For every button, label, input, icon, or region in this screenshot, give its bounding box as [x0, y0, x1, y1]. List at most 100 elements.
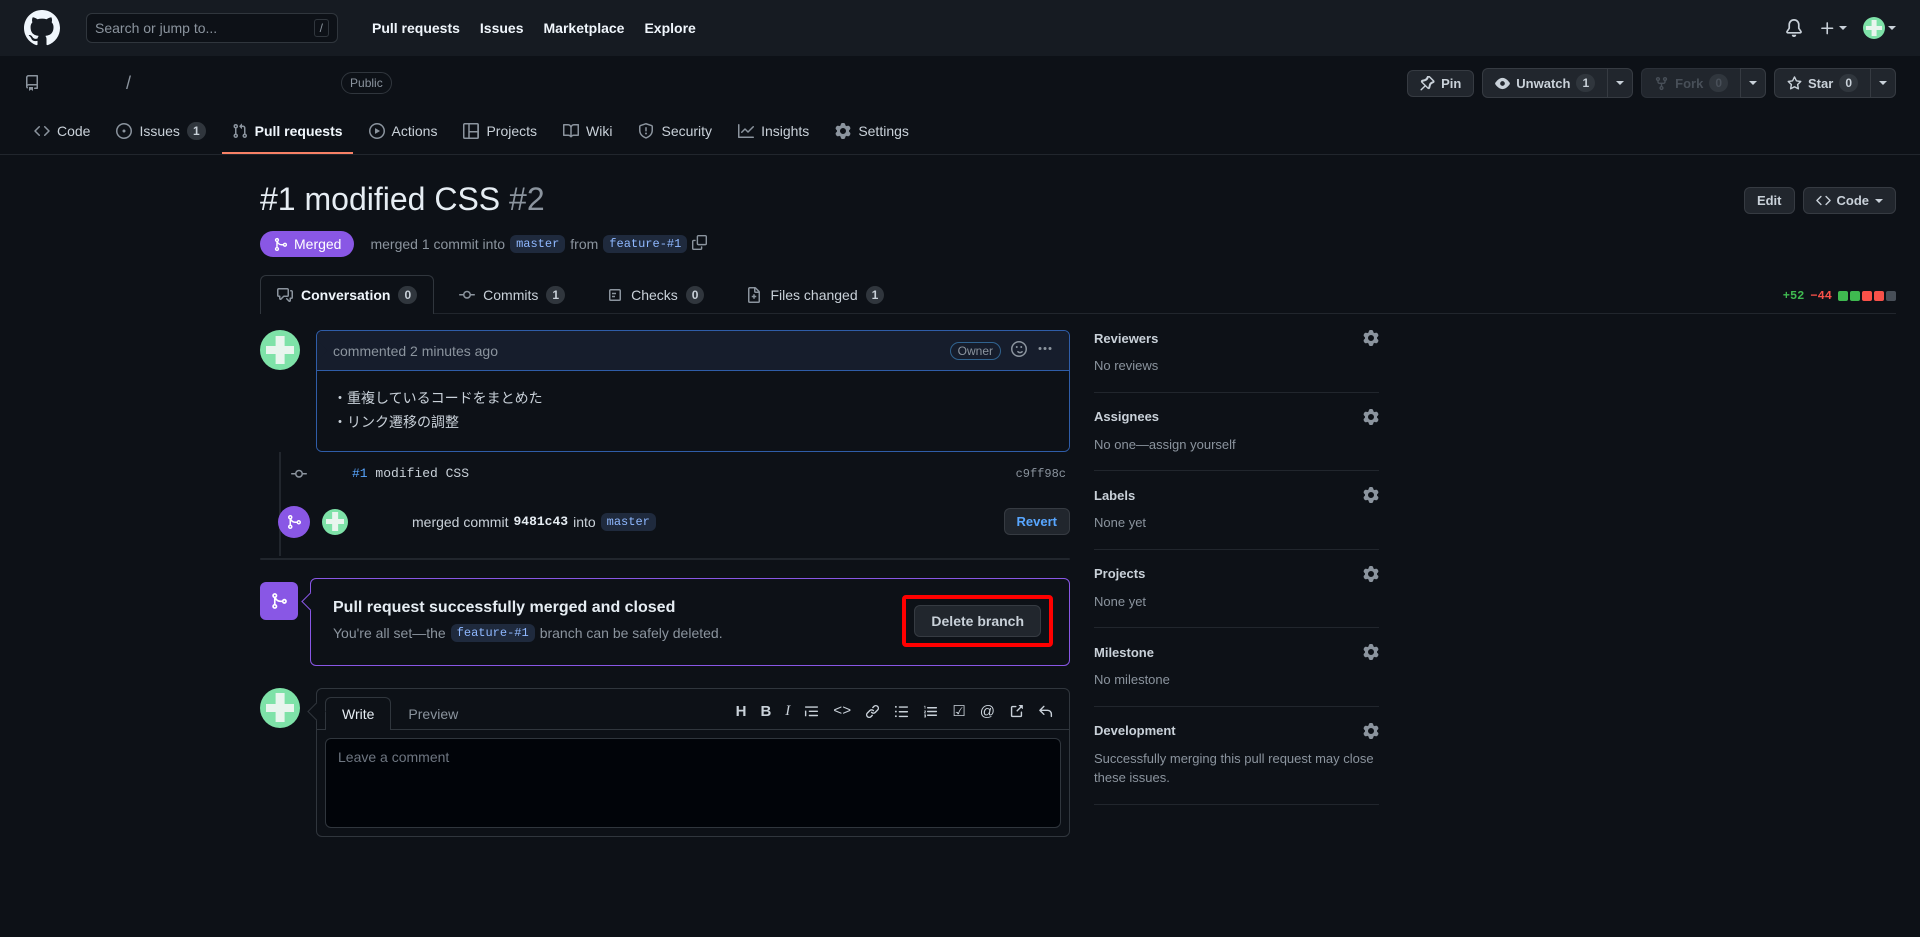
- kebab-icon[interactable]: [1037, 341, 1053, 360]
- unordered-list-icon[interactable]: [894, 704, 909, 719]
- star-dropdown[interactable]: [1870, 68, 1896, 98]
- comment-line: ・リンク遷移の調整: [333, 413, 459, 430]
- repo-icon: [24, 75, 40, 91]
- commit-message-text: modified CSS: [367, 466, 470, 482]
- revert-button[interactable]: Revert: [1003, 508, 1070, 536]
- heading-icon[interactable]: H: [736, 704, 747, 719]
- repo-tab-settings[interactable]: Settings: [825, 114, 919, 154]
- repo-tab-insights[interactable]: Insights: [728, 114, 819, 154]
- watch-button-group: Unwatch 1: [1482, 68, 1634, 98]
- account-menu[interactable]: [1863, 17, 1896, 39]
- pin-label: Pin: [1441, 75, 1462, 91]
- avatar[interactable]: [260, 330, 300, 370]
- reply-icon[interactable]: [1038, 704, 1053, 719]
- repo-tab-code[interactable]: Code: [24, 114, 100, 154]
- merged-banner-title: Pull request successfully merged and clo…: [333, 599, 676, 617]
- comment-textarea[interactable]: Leave a comment: [325, 737, 1061, 828]
- repo-tab-issues[interactable]: Issues 1: [106, 114, 215, 154]
- bold-icon[interactable]: B: [760, 704, 771, 719]
- avatar[interactable]: [260, 687, 300, 728]
- tab-checks[interactable]: Checks 0: [590, 275, 721, 314]
- merged-subtitle-prefix: You're all set—the: [333, 625, 446, 642]
- commit-issue-link[interactable]: #1: [352, 466, 368, 481]
- tab-label: Commits: [483, 287, 539, 303]
- merge-commit-sha[interactable]: 9481c43: [513, 514, 568, 529]
- github-mark-icon[interactable]: [24, 10, 60, 46]
- repo-tab-actions[interactable]: Actions: [359, 114, 448, 154]
- merge-meta-prefix: merged 1 commit into: [370, 236, 506, 252]
- link-icon[interactable]: [865, 704, 880, 719]
- sidebar-section-milestone: Milestone No milestone: [1094, 628, 1379, 707]
- base-branch-chip[interactable]: master: [510, 235, 566, 253]
- copy-icon[interactable]: [692, 235, 708, 253]
- gear-icon[interactable]: [1363, 722, 1379, 739]
- comment-editor: Write Preview H B I <> ☑ @ Leave a comme…: [316, 687, 1070, 837]
- repo-nav: Code Issues 1 Pull requests Actions Proj…: [24, 110, 1896, 154]
- merge-target-branch[interactable]: master: [600, 512, 656, 531]
- avatar[interactable]: [322, 508, 348, 535]
- gear-icon[interactable]: [1363, 565, 1379, 582]
- mention-icon[interactable]: @: [980, 704, 995, 719]
- tab-commits[interactable]: Commits 1: [442, 275, 582, 314]
- tab-files-changed[interactable]: Files changed 1: [729, 275, 901, 314]
- pr-merge-meta: merged 1 commit into master from feature…: [370, 235, 708, 253]
- italic-icon[interactable]: I: [785, 703, 790, 719]
- chevron-down-icon: [1879, 81, 1887, 85]
- reference-icon[interactable]: [1009, 704, 1024, 719]
- gear-icon[interactable]: [1363, 487, 1379, 503]
- fork-button[interactable]: Fork 0: [1641, 68, 1741, 98]
- sidebar-section-title: Assignees: [1094, 409, 1160, 424]
- delete-branch-button[interactable]: Delete branch: [914, 604, 1041, 637]
- code-button[interactable]: Code: [1802, 187, 1896, 214]
- star-button[interactable]: Star 0: [1774, 68, 1870, 98]
- watch-dropdown[interactable]: [1607, 68, 1634, 98]
- quote-icon[interactable]: [804, 704, 819, 719]
- sidebar-section-value[interactable]: No one—assign yourself: [1094, 435, 1379, 455]
- tab-label: Conversation: [301, 287, 391, 303]
- chevron-down-icon: [1839, 26, 1847, 30]
- bell-icon[interactable]: [1785, 19, 1803, 37]
- repo-tab-wiki[interactable]: Wiki: [553, 114, 622, 154]
- pin-button[interactable]: Pin: [1407, 69, 1475, 97]
- commit-sha[interactable]: c9ff98c: [1016, 467, 1070, 481]
- gear-icon[interactable]: [1363, 330, 1379, 346]
- sidebar-section-value: No reviews: [1094, 358, 1159, 373]
- repo-tab-security[interactable]: Security: [628, 114, 722, 154]
- unwatch-count: 1: [1576, 74, 1596, 92]
- merged-banner-branch: feature-#1: [450, 624, 535, 643]
- sidebar-section-header: Assignees: [1094, 408, 1379, 425]
- search-placeholder: Search or jump to...: [95, 20, 218, 36]
- repo-actions: Pin Unwatch 1 Fork 0 Star 0: [1407, 68, 1896, 98]
- tab-conversation[interactable]: Conversation 0: [260, 275, 435, 314]
- global-nav-pull-requests[interactable]: Pull requests: [372, 20, 460, 36]
- sidebar-section-header: Labels: [1094, 487, 1379, 503]
- repo-separator: /: [126, 72, 132, 93]
- search-input[interactable]: Search or jump to... /: [86, 13, 338, 43]
- tab-write[interactable]: Write: [325, 696, 392, 730]
- sidebar-section-title: Milestone: [1094, 644, 1154, 660]
- repo-tab-pull-requests[interactable]: Pull requests: [221, 114, 353, 154]
- create-new-menu[interactable]: [1819, 20, 1847, 37]
- unwatch-button[interactable]: Unwatch 1: [1482, 68, 1608, 98]
- gear-icon[interactable]: [1363, 408, 1379, 425]
- ordered-list-icon[interactable]: [923, 704, 938, 719]
- gear-icon[interactable]: [1363, 644, 1379, 660]
- sidebar-section-assignees: Assignees No one—assign yourself: [1094, 393, 1379, 471]
- tab-preview[interactable]: Preview: [391, 697, 475, 730]
- global-nav-issues[interactable]: Issues: [480, 20, 524, 36]
- global-nav-marketplace[interactable]: Marketplace: [544, 20, 625, 36]
- task-list-icon[interactable]: ☑: [952, 704, 965, 719]
- edit-button[interactable]: Edit: [1743, 187, 1795, 214]
- global-nav-explore[interactable]: Explore: [644, 20, 695, 36]
- repo-tab-projects[interactable]: Projects: [453, 114, 547, 154]
- sidebar-section-header: Reviewers: [1094, 330, 1379, 346]
- fork-dropdown[interactable]: [1740, 68, 1767, 98]
- repo-tab-label: Issues: [139, 123, 180, 139]
- page-title: #1 modified CSS #2: [260, 179, 545, 219]
- smiley-icon[interactable]: [1011, 341, 1027, 360]
- code-icon[interactable]: <>: [833, 704, 851, 719]
- head-branch-chip[interactable]: feature-#1: [603, 235, 688, 253]
- merged-subtitle-suffix: branch can be safely deleted.: [539, 625, 723, 642]
- repo-tab-label: Code: [57, 123, 91, 139]
- search-shortcut-key: /: [313, 19, 329, 37]
